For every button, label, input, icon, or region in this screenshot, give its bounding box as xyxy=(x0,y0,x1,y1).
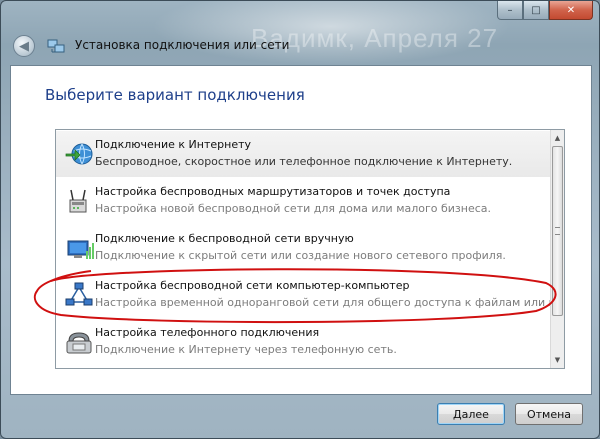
next-button[interactable]: Далее xyxy=(437,403,505,425)
telephone-modem-icon xyxy=(66,332,92,354)
option-description: Настройка новой беспроводной сети для до… xyxy=(95,202,492,215)
globe-connection-icon xyxy=(65,143,93,165)
option-adhoc[interactable]: Настройка беспроводной сети компьютер-ко… xyxy=(56,272,564,318)
option-title: Настройка беспроводной сети компьютер-ко… xyxy=(95,279,410,292)
back-button[interactable]: ◀ xyxy=(13,35,35,57)
option-description: Беспроводное, скоростное или телефонное … xyxy=(95,155,513,168)
option-title: Подключение к Интернету xyxy=(95,138,252,151)
scroll-down-icon[interactable]: ▼ xyxy=(551,353,564,367)
list-scrollbar[interactable]: ▲ ▼ xyxy=(550,130,564,368)
option-description: Настройка временной одноранговой сети дл… xyxy=(95,296,565,309)
option-description: Подключение к скрытой сети или создание … xyxy=(95,249,506,262)
option-description: Подключение к Интернету через телефонную… xyxy=(95,343,397,356)
wireless-network-icon xyxy=(67,240,94,259)
scroll-up-icon[interactable]: ▲ xyxy=(551,131,564,145)
connection-options-list: Подключение к Интернету Беспроводное, ск… xyxy=(55,129,565,369)
cancel-button[interactable]: Отмена xyxy=(515,403,583,425)
wireless-router-icon xyxy=(69,189,87,213)
close-button[interactable]: ✕ xyxy=(549,1,593,20)
window-frame: Вадимк, Апреля 27 – □ ✕ ◀ Установка подк… xyxy=(0,0,600,439)
adhoc-network-icon xyxy=(65,282,93,306)
window-title: Установка подключения или сети xyxy=(75,38,290,52)
network-title-icon xyxy=(47,39,65,53)
option-dialup[interactable]: Настройка телефонного подключения Подклю… xyxy=(56,319,551,365)
option-internet[interactable]: Подключение к Интернету Беспроводное, ск… xyxy=(56,131,551,177)
maximize-button[interactable]: □ xyxy=(523,1,549,20)
option-title: Настройка телефонного подключения xyxy=(95,326,320,339)
content-pane: Выберите вариант подключения Подключение… xyxy=(10,65,592,395)
option-wireless-router[interactable]: Настройка беспроводных маршрутизаторов и… xyxy=(56,178,551,224)
scroll-thumb[interactable] xyxy=(552,146,563,316)
minimize-button[interactable]: – xyxy=(497,1,523,20)
back-arrow-icon: ◀ xyxy=(19,38,29,54)
option-wireless-manual[interactable]: Подключение к беспроводной сети вручную … xyxy=(56,225,551,271)
page-heading: Выберите вариант подключения xyxy=(45,86,305,104)
caption-buttons: – □ ✕ xyxy=(497,1,593,20)
option-title: Подключение к беспроводной сети вручную xyxy=(95,232,354,245)
option-title: Настройка беспроводных маршрутизаторов и… xyxy=(95,185,451,198)
